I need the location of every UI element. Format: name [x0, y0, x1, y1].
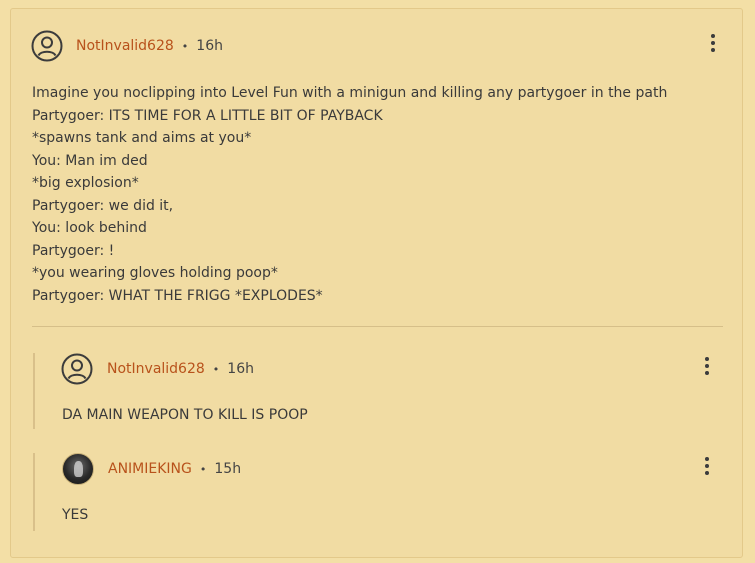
comment-line: *big explosion*	[32, 175, 139, 191]
reply-options-icon[interactable]	[704, 357, 710, 375]
comment-line: Partygoer: ITS TIME FOR A LITTLE BIT OF …	[32, 107, 383, 124]
reply-username[interactable]: ANIMIEKING	[108, 461, 192, 477]
comment-line: *spawns tank and aims at you*	[32, 130, 252, 146]
comment-line: You: look behind	[32, 220, 147, 236]
divider	[32, 326, 723, 327]
comment-line: You: Man im ded	[32, 152, 148, 169]
separator-dot: •	[181, 39, 189, 53]
reply-thread-bar	[33, 453, 35, 531]
separator-dot: •	[199, 462, 207, 476]
reply-options-icon[interactable]	[704, 457, 710, 475]
user-avatar-icon[interactable]	[61, 353, 93, 385]
reply-text: YES	[62, 507, 89, 523]
separator-dot: •	[212, 362, 220, 376]
profile-avatar[interactable]	[62, 453, 94, 485]
comment-line: Partygoer: WHAT THE FRIGG *EXPLODES*	[32, 287, 323, 304]
reply-time: 16h	[227, 361, 254, 377]
comment-header: NotInvalid628 • 16h	[31, 30, 223, 62]
user-avatar-icon[interactable]	[31, 30, 63, 62]
comment-line: Partygoer: !	[32, 242, 115, 259]
comment-body: Imagine you noclipping into Level Fun wi…	[32, 82, 667, 307]
comment-card: NotInvalid628 • 16h Imagine you noclippi…	[10, 8, 743, 558]
comment-line: Imagine you noclipping into Level Fun wi…	[32, 85, 668, 101]
reply-username[interactable]: NotInvalid628	[107, 361, 205, 377]
reply-thread-bar	[33, 353, 35, 429]
comment-time: 16h	[196, 38, 223, 54]
comment-options-icon[interactable]	[710, 34, 716, 52]
comment-line: Partygoer: we did it,	[32, 197, 174, 214]
reply-text: DA MAIN WEAPON TO KILL IS POOP	[62, 407, 308, 423]
reply-header: NotInvalid628 • 16h	[61, 353, 254, 385]
comment-line: *you wearing gloves holding poop*	[32, 265, 278, 281]
reply-header: ANIMIEKING • 15h	[62, 453, 241, 485]
comment-username[interactable]: NotInvalid628	[76, 38, 174, 54]
reply-time: 15h	[214, 461, 242, 477]
